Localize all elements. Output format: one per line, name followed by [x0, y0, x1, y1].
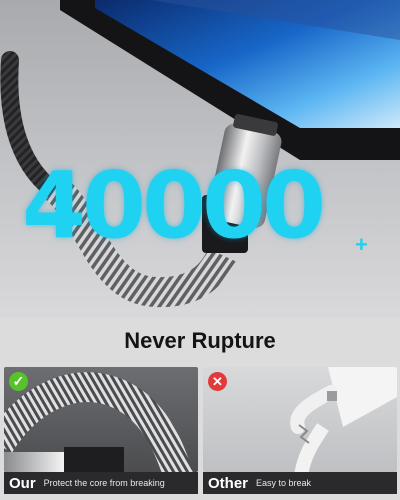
our-caption: Our Protect the core from breaking — [4, 472, 198, 494]
our-description: Protect the core from breaking — [43, 478, 165, 488]
hero-photo: 40000 + — [0, 0, 400, 318]
our-label: Our — [9, 474, 36, 492]
durability-number: 40000 — [22, 152, 326, 259]
durability-plus: + — [355, 232, 368, 257]
close-icon: ✕ — [208, 372, 227, 391]
other-description: Easy to break — [256, 478, 312, 488]
our-cable-panel: ✓ — [4, 367, 198, 472]
headline: Never Rupture — [124, 328, 276, 353]
other-cable-panel: ✕ — [203, 367, 397, 472]
spring-cable-image — [4, 372, 194, 472]
broken-cable-image — [290, 367, 397, 472]
product-image: 40000 + Never Rupture ✓ ✕ Our Protect th… — [0, 0, 400, 500]
check-icon: ✓ — [9, 372, 28, 391]
other-caption: Other Easy to break — [203, 472, 397, 494]
other-label: Other — [208, 474, 249, 492]
